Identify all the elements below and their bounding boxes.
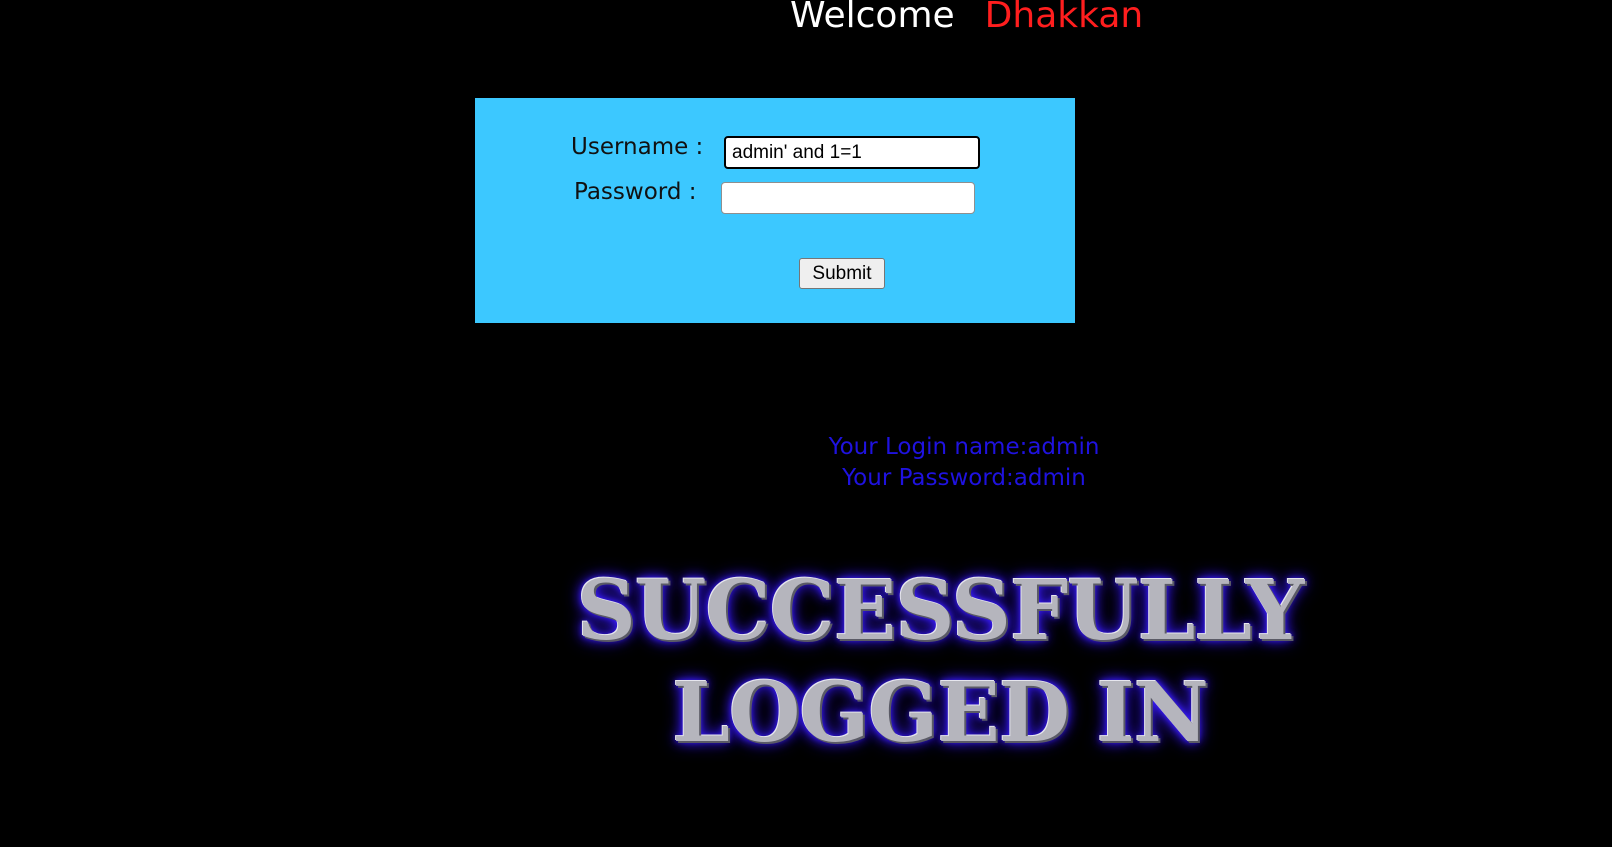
username-input[interactable]: admin' and 1=1 bbox=[724, 136, 980, 169]
submit-button[interactable]: Submit bbox=[799, 258, 885, 289]
welcome-text: Welcome bbox=[790, 0, 955, 36]
page: Welcome Dhakkan Username : admin' and 1=1… bbox=[0, 0, 1612, 847]
banner-line-1: SUCCESSFULLY bbox=[576, 563, 1305, 659]
banner-line-2: LOGGED IN bbox=[672, 665, 1209, 761]
welcome-header: Welcome Dhakkan bbox=[790, 0, 1143, 37]
success-banner: SUCCESSFULLY LOGGED IN bbox=[500, 560, 1380, 764]
login-form: Username : admin' and 1=1 Password : Sub… bbox=[475, 98, 1075, 323]
password-label: Password : bbox=[574, 179, 697, 205]
user-name-text: Dhakkan bbox=[984, 0, 1144, 36]
password-result: Your Password:admin bbox=[842, 465, 1086, 491]
password-input[interactable] bbox=[721, 182, 975, 214]
login-name-result: Your Login name:admin bbox=[828, 434, 1100, 460]
username-label: Username : bbox=[571, 134, 704, 160]
